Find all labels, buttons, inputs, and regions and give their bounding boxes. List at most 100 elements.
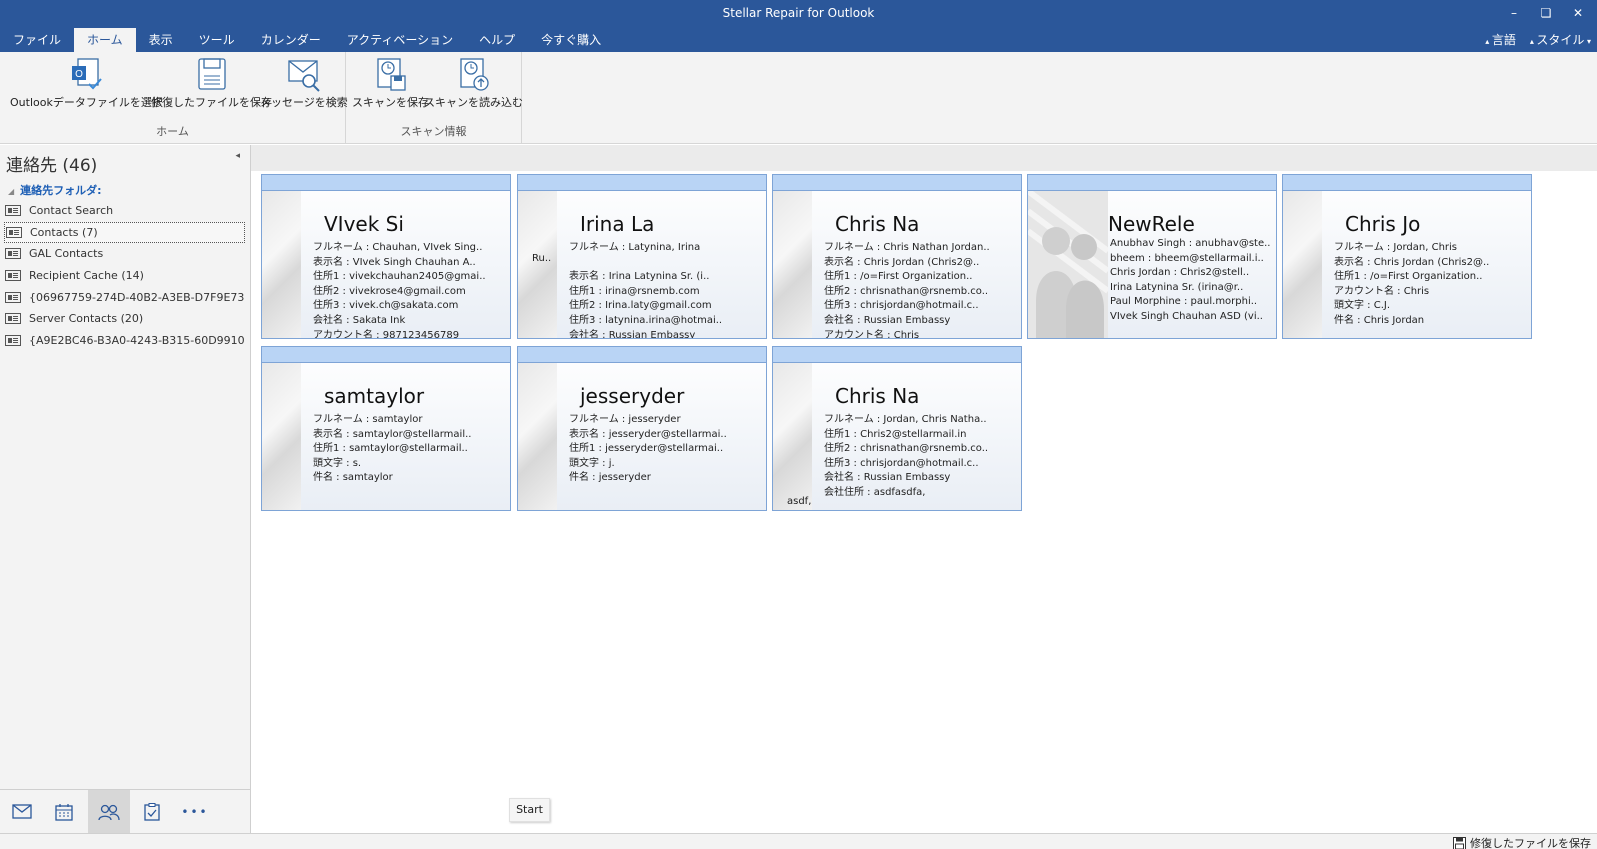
status-save-button[interactable]: 修復したファイルを保存 (1453, 835, 1591, 849)
home-group-label: ホーム (156, 125, 189, 138)
scan-save-icon (376, 58, 406, 91)
folder-item[interactable]: Contacts (7) (4, 221, 245, 244)
folder-label: Recipient Cache (14) (29, 269, 144, 283)
contact-card[interactable]: NewRele Anubhav Singh : anubhav@ste.. bh… (1027, 174, 1277, 339)
nav-tasks-button[interactable] (131, 790, 173, 833)
folder-label: GAL Contacts (29, 247, 104, 261)
status-bar: 修復したファイルを保存 (0, 833, 1597, 849)
card-details: フルネーム : Chauhan, VIvek Sing.. 表示名 : VIve… (313, 238, 508, 339)
contact-card[interactable]: samtaylor フルネーム : samtaylor 表示名 : samtay… (261, 346, 511, 511)
save-icon (197, 58, 226, 90)
contact-card[interactable]: Chris Jo フルネーム : Jordan, Chris 表示名 : Chr… (1282, 174, 1532, 339)
tab-file[interactable]: ファイル (0, 28, 74, 52)
status-save-label: 修復したファイルを保存 (1470, 837, 1591, 849)
card-field: 住所3 : chrisjordan@hotmail.c.. (824, 300, 979, 311)
folder-item[interactable]: Recipient Cache (14) (4, 265, 245, 287)
card-field: 住所2 : chrisnathan@rsnemb.co.. (824, 285, 989, 297)
nav-calendar-button[interactable] (43, 790, 85, 833)
save-scan-label: スキャンを保存 (352, 96, 429, 109)
scan-load-icon (459, 58, 489, 91)
select-outlook-file-button[interactable]: O Outlookデータファイルを選択 (10, 56, 163, 110)
card-field: 住所3 : latynina.irina@hotmai.. (569, 314, 723, 326)
contact-card[interactable]: VIvek Si フルネーム : Chauhan, VIvek Sing.. 表… (261, 174, 511, 339)
card-name: jesseryder (580, 384, 685, 408)
card-field: フルネーム : Chauhan, VIvek Sing.. (313, 242, 483, 253)
card-field: 表示名 : Chris Jordan (Chris2@.. (1334, 256, 1490, 268)
view-header-strip (251, 145, 1597, 171)
card-field: 会社名 : Sakata Ink (313, 314, 406, 326)
card-header (518, 175, 766, 191)
card-details: フルネーム : Latynina, Irina 表示名 : Irina Laty… (569, 238, 764, 338)
card-header (1028, 175, 1276, 191)
card-details: フルネーム : Jordan, Chris 表示名 : Chris Jordan… (1334, 238, 1529, 326)
card-field: 住所2 : vivekrose4@gmail.com (313, 285, 466, 297)
card-name: Chris Jo (1345, 212, 1421, 236)
card-field: 住所1 : irina@rsnemb.com (569, 285, 700, 297)
window-title: Stellar Repair for Outlook (722, 6, 875, 20)
card-field: 頭文字 : C.J. (1334, 300, 1391, 311)
save-repaired-file-button[interactable]: 修復したファイルを保存 (151, 56, 272, 110)
folder-sidebar: 連絡先 (46) ◂ ◢ 連絡先フォルダ: Contact Search Cont… (0, 145, 251, 833)
card-header (773, 175, 1021, 191)
language-menu[interactable]: ▴ 言語 (1485, 28, 1516, 52)
ribbon: O Outlookデータファイルを選択 修復したファイルを保存 メッセージを検索… (0, 52, 1597, 144)
folder-item[interactable]: Server Contacts (20) (4, 308, 245, 330)
search-messages-label: メッセージを検索 (260, 96, 348, 109)
card-name: Chris Na (835, 384, 920, 408)
folder-item[interactable]: {A9E2BC46-B3A0-4243-B315-60D9910044... (4, 330, 245, 352)
contact-card-icon (5, 205, 21, 217)
nav-contacts-button[interactable] (88, 790, 130, 833)
contact-card-icon (5, 248, 21, 260)
card-field: アカウント名 : 987123456789 (313, 329, 460, 339)
folder-item[interactable]: Contact Search (4, 200, 245, 222)
card-image-strip (262, 191, 301, 338)
card-field: 表示名 : samtaylor@stellarmail.. (313, 428, 472, 440)
card-field: 住所3 : vivek.ch@sakata.com (313, 300, 459, 311)
start-tooltip: Start (509, 798, 550, 822)
restore-button[interactable]: ❏ (1531, 4, 1561, 22)
close-button[interactable]: ✕ (1563, 4, 1593, 22)
tab-calendar[interactable]: カレンダー (248, 28, 334, 52)
search-messages-button[interactable]: メッセージを検索 (260, 56, 348, 110)
folder-item[interactable]: {06967759-274D-40B2-A3EB-D7F9E73727... (4, 286, 245, 308)
load-scan-button[interactable]: スキャンを読み込む (424, 56, 523, 110)
card-details: フルネーム : jesseryder 表示名 : jesseryder@stel… (569, 410, 764, 483)
tab-view[interactable]: 表示 (136, 28, 186, 52)
contact-card[interactable]: Chris Na フルネーム : Jordan, Chris Natha.. 住… (772, 346, 1022, 511)
style-menu[interactable]: ▴ スタイル ▾ (1530, 28, 1591, 52)
card-field: Chris Jordan : Chris2@stell.. (1110, 267, 1250, 279)
contact-card[interactable]: Chris Na フルネーム : Chris Nathan Jordan.. 表… (772, 174, 1022, 339)
tab-home[interactable]: ホーム (74, 28, 136, 52)
tab-help[interactable]: ヘルプ (466, 28, 528, 52)
save-scan-button[interactable]: スキャンを保存 (352, 56, 429, 110)
ribbon-group-home: O Outlookデータファイルを選択 修復したファイルを保存 メッセージを検索… (0, 52, 348, 144)
folder-item[interactable]: GAL Contacts (4, 243, 245, 265)
card-field: 件名 : jesseryder (569, 472, 651, 483)
outlook-file-icon: O (72, 58, 103, 90)
module-nav-bar: ••• (0, 789, 250, 833)
svg-text:O: O (76, 69, 84, 80)
contact-card[interactable]: Ru.. Irina La フルネーム : Latynina, Irina 表示… (517, 174, 767, 339)
tab-buy-now[interactable]: 今すぐ購入 (528, 28, 614, 52)
more-icon[interactable]: ••• (174, 790, 216, 833)
contact-card[interactable]: jesseryder フルネーム : jesseryder 表示名 : jess… (517, 346, 767, 511)
group-photo-icon (1028, 191, 1108, 338)
card-field: 会社名 : Russian Embassy (824, 314, 951, 326)
card-field: VIvek Singh Chauhan ASD (vi.. (1110, 310, 1263, 322)
nav-mail-button[interactable] (1, 790, 43, 833)
contacts-folder-root[interactable]: ◢ 連絡先フォルダ: (8, 182, 102, 198)
expand-triangle-icon[interactable]: ◢ (8, 187, 14, 196)
ribbon-tabs: ファイル ホーム 表示 ツール カレンダー アクティベーション ヘルプ 今すぐ購… (0, 28, 614, 52)
card-image-strip (518, 363, 557, 510)
tab-activation[interactable]: アクティベーション (334, 28, 466, 52)
card-name: samtaylor (324, 384, 425, 408)
card-field: 住所2 : Irina.laty@gmail.com (569, 300, 712, 311)
folder-label: Contact Search (29, 204, 114, 218)
tab-tools[interactable]: ツール (186, 28, 248, 52)
contact-cards-view: VIvek Si フルネーム : Chauhan, VIvek Sing.. 表… (251, 145, 1597, 833)
minimize-button[interactable]: – (1499, 4, 1529, 22)
title-bar: Stellar Repair for Outlook – ❏ ✕ ファイル ホー… (0, 0, 1597, 52)
collapse-sidebar-icon[interactable]: ◂ (235, 151, 240, 161)
contact-card-icon (5, 313, 21, 325)
card-details: フルネーム : Jordan, Chris Natha.. 住所1 : Chri… (824, 410, 1019, 498)
